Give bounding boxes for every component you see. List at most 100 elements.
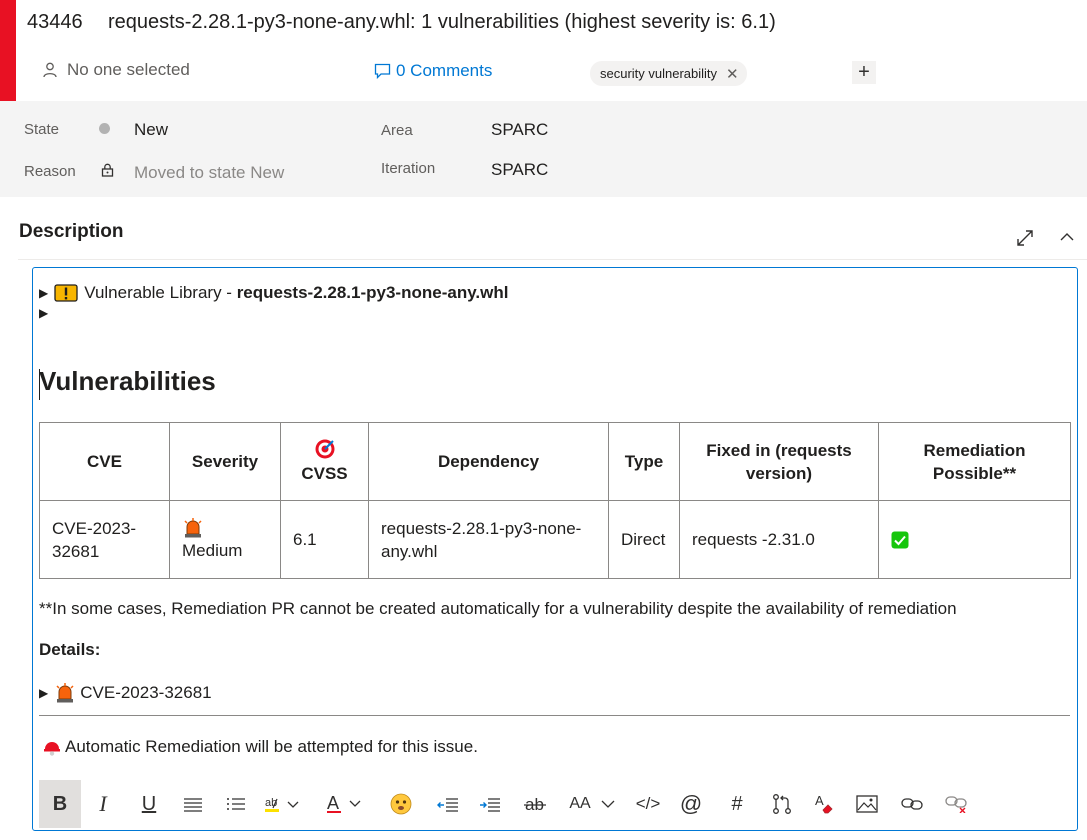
state-indicator (99, 123, 110, 134)
cell-fixed-in: requests -2.31.0 (679, 500, 879, 579)
description-editor[interactable]: ▶ Vulnerable Library - requests-2.28.1-p… (32, 267, 1078, 831)
font-size-button[interactable]: AA (564, 780, 620, 828)
header-severity: Severity (169, 422, 281, 501)
work-item-type-color-bar (0, 0, 16, 101)
highlight-button[interactable]: ab (261, 780, 305, 828)
header-remediation-line1: Remediation (923, 440, 1026, 460)
remediation-text: Automatic Remediation will be attempted … (65, 737, 478, 756)
italic-button[interactable]: I (88, 780, 118, 828)
outdent-icon (437, 798, 458, 812)
severity-value: Medium (182, 541, 243, 560)
expand-icon[interactable] (1016, 229, 1034, 247)
siren-icon (56, 683, 74, 703)
header-fixed-line1: Fixed in (requests (706, 440, 852, 460)
underline-button[interactable]: U (134, 780, 164, 828)
section-divider (18, 259, 1087, 260)
header-type: Type (608, 422, 680, 501)
font-color-button[interactable]: A (323, 780, 367, 828)
clear-format-icon: A (815, 793, 833, 814)
state-value[interactable]: New (134, 120, 168, 140)
tag-label: security vulnerability (600, 66, 718, 81)
align-icon (184, 798, 202, 812)
font-size-label: AA (569, 795, 591, 812)
comments-link[interactable]: 0 Comments (374, 61, 492, 81)
emoji-button[interactable] (388, 780, 414, 828)
vulnerabilities-heading: Vulnerabilities (39, 366, 216, 396)
font-color-icon: A (327, 793, 361, 813)
details-label: Details: (39, 640, 101, 659)
indent-button[interactable] (477, 780, 503, 828)
reason-value: Moved to state New (134, 163, 285, 182)
assignee-picker[interactable]: No one selected (43, 60, 190, 80)
close-icon[interactable]: ✕ (726, 65, 739, 83)
remove-link-button[interactable] (943, 780, 969, 828)
person-icon (43, 62, 57, 78)
siren-icon (184, 518, 202, 538)
list-button[interactable] (222, 780, 250, 828)
header-remediation: Remediation Possible** (878, 422, 1071, 501)
vulnerabilities-table: CVE Severity CVSS Dependency Type Fixed … (39, 422, 1071, 579)
strikethrough-button[interactable]: ab (522, 780, 548, 828)
clear-format-button[interactable]: A (811, 780, 837, 828)
state-label: State (24, 121, 60, 138)
work-item-header: 43446 requests-2.28.1-py3-none-any.whl: … (16, 0, 1087, 101)
header-fixed-line2: version) (745, 463, 813, 483)
tag-security-vulnerability[interactable]: security vulnerability ✕ (590, 61, 747, 86)
horizontal-rule (39, 715, 1070, 716)
outdent-button[interactable] (435, 780, 461, 828)
work-item-title[interactable]: requests-2.28.1-py3-none-any.whl: 1 vuln… (108, 11, 776, 34)
pull-request-icon (773, 794, 791, 814)
cve-details-summary[interactable]: ▶ CVE-2023-32681 (39, 682, 212, 704)
mention-button[interactable]: @ (678, 780, 704, 828)
cell-cve: CVE-2023- 32681 (39, 500, 170, 579)
header-remediation-line2: Possible** (932, 463, 1017, 483)
header-fixed-in: Fixed in (requests version) (679, 422, 879, 501)
pull-request-button[interactable] (769, 780, 795, 828)
align-button[interactable] (179, 780, 207, 828)
add-tag-button[interactable]: + (852, 61, 876, 84)
strikethrough-icon: ab (524, 795, 546, 813)
code-button[interactable]: </> (635, 780, 661, 828)
highlight-icon: ab (265, 797, 299, 812)
warning-icon (54, 284, 78, 302)
work-item-fields: State New Reason Moved to state New Area… (0, 101, 1087, 197)
chevron-up-icon[interactable] (1060, 232, 1074, 242)
link-icon (901, 798, 923, 810)
bold-button[interactable]: B (39, 780, 81, 828)
cell-cvss: 6.1 (280, 500, 369, 579)
expand-triangle-icon[interactable]: ▶ (39, 286, 48, 300)
vulnerable-library-summary[interactable]: ▶ Vulnerable Library - requests-2.28.1-p… (39, 283, 508, 303)
empty-summary[interactable]: ▶ (39, 306, 54, 320)
work-item-id: 43446 (27, 11, 83, 33)
iteration-value[interactable]: SPARC (491, 160, 548, 180)
area-value[interactable]: SPARC (491, 120, 548, 140)
svg-text:A: A (327, 793, 339, 813)
assignee-label: No one selected (67, 60, 190, 79)
numbered-list-icon (227, 798, 245, 810)
cell-type: Direct (608, 500, 680, 579)
indent-icon (480, 798, 500, 812)
lock-icon (101, 163, 114, 177)
chevron-down-icon (601, 800, 615, 808)
iteration-label: Iteration (381, 160, 436, 177)
insert-image-button[interactable] (854, 780, 880, 828)
header-cve: CVE (39, 422, 170, 501)
remediation-line: Automatic Remediation will be attempted … (43, 737, 478, 757)
area-label: Area (381, 122, 413, 139)
details-cve: CVE-2023-32681 (80, 683, 212, 702)
emoji-icon (390, 793, 412, 815)
table-row: CVE-2023- 32681 Medium 6.1 requests-2.28… (39, 500, 1071, 579)
expand-triangle-icon[interactable]: ▶ (39, 306, 48, 320)
editor-toolbar: B I U ab A ab AA </> @ # A (33, 776, 1077, 830)
hash-button[interactable]: # (724, 780, 750, 828)
library-prefix: Vulnerable Library - (84, 283, 237, 302)
cell-dependency: requests-2.28.1-py3-none- any.whl (368, 500, 609, 579)
header-cvss: CVSS (280, 422, 369, 501)
comment-icon (374, 63, 391, 79)
text-cursor (39, 369, 40, 400)
expand-triangle-icon[interactable]: ▶ (39, 686, 48, 700)
cell-severity: Medium (169, 500, 281, 579)
insert-link-button[interactable] (899, 780, 925, 828)
header-cvss-label: CVSS (301, 464, 348, 483)
header-dependency: Dependency (368, 422, 609, 501)
